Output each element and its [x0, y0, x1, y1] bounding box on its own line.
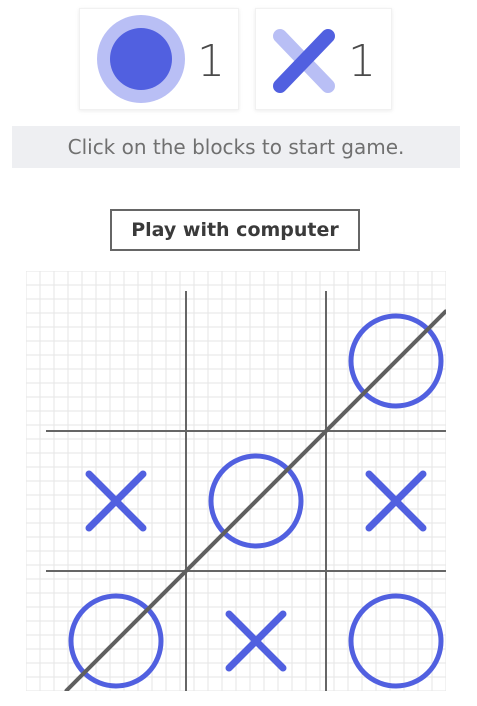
board-cell-7[interactable] [186, 571, 326, 691]
score-card-o: 1 [79, 8, 239, 110]
board-cell-8[interactable] [326, 571, 446, 691]
board-cell-5[interactable] [326, 431, 446, 571]
status-message: Click on the blocks to start game. [12, 126, 460, 168]
score-card-x: 1 [255, 8, 392, 110]
board-cells [46, 291, 446, 691]
score-o-value: 1 [197, 36, 225, 87]
board-cell-6[interactable] [46, 571, 186, 691]
board-cell-3[interactable] [46, 431, 186, 571]
board-cell-1[interactable] [186, 291, 326, 431]
play-with-computer-button[interactable]: Play with computer [110, 209, 360, 251]
board-cell-0[interactable] [46, 291, 186, 431]
game-board [26, 271, 446, 691]
score-x-value: 1 [348, 36, 376, 87]
cross-icon [273, 29, 335, 93]
circle-icon [97, 15, 185, 103]
board-cell-2[interactable] [326, 291, 446, 431]
